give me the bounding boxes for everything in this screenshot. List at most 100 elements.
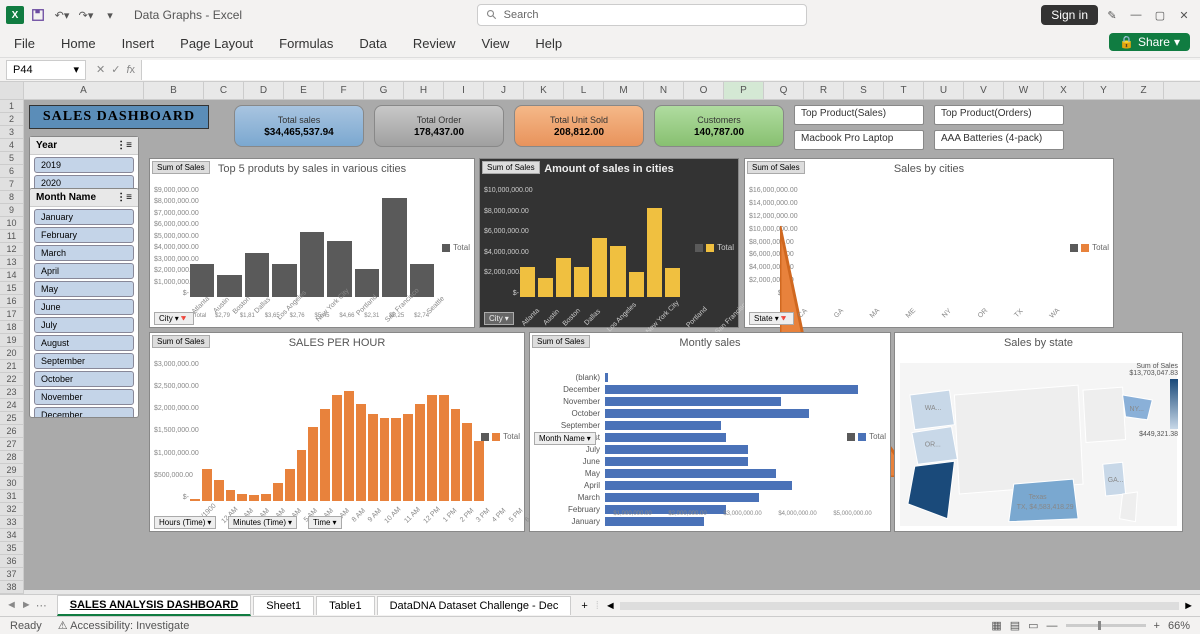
- column-header[interactable]: C: [204, 82, 244, 99]
- slicer-item[interactable]: November: [34, 389, 134, 405]
- select-all-corner[interactable]: [0, 82, 24, 99]
- accessibility-status[interactable]: ⚠ Accessibility: Investigate: [58, 619, 190, 632]
- row-header[interactable]: 21: [0, 360, 24, 373]
- column-header[interactable]: E: [284, 82, 324, 99]
- slicer-filter-icon[interactable]: ⋮≡: [116, 192, 132, 203]
- tab-help[interactable]: Help: [535, 36, 562, 51]
- column-header[interactable]: K: [524, 82, 564, 99]
- zoom-out-icon[interactable]: —: [1047, 620, 1058, 632]
- minutes-filter-dropdown[interactable]: Minutes (Time) ▾: [228, 516, 297, 529]
- row-header[interactable]: 31: [0, 490, 24, 503]
- redo-icon[interactable]: ↷▾: [76, 5, 96, 25]
- row-header[interactable]: 6: [0, 165, 24, 178]
- row-header[interactable]: 36: [0, 555, 24, 568]
- view-normal-icon[interactable]: ▦: [991, 619, 1001, 632]
- row-header[interactable]: 24: [0, 399, 24, 412]
- row-header[interactable]: 4: [0, 139, 24, 152]
- row-header[interactable]: 38: [0, 581, 24, 594]
- fx-icon[interactable]: fx: [126, 64, 135, 76]
- column-header[interactable]: S: [844, 82, 884, 99]
- row-header[interactable]: 17: [0, 308, 24, 321]
- row-header[interactable]: 14: [0, 269, 24, 282]
- add-sheet-icon[interactable]: +: [581, 600, 587, 612]
- hours-filter-dropdown[interactable]: Hours (Time) ▾: [154, 516, 216, 529]
- chart-top5-products[interactable]: Sum of Sales Top 5 produts by sales in v…: [149, 158, 475, 328]
- column-header[interactable]: R: [804, 82, 844, 99]
- column-header[interactable]: W: [1004, 82, 1044, 99]
- row-header[interactable]: 20: [0, 347, 24, 360]
- minimize-icon[interactable]: —: [1126, 5, 1146, 25]
- row-header[interactable]: 3: [0, 126, 24, 139]
- slicer-year[interactable]: Year⋮≡ 2019 2020: [29, 136, 139, 194]
- view-page-icon[interactable]: ▤: [1010, 619, 1020, 632]
- signin-button[interactable]: Sign in: [1041, 5, 1098, 25]
- qat-dropdown-icon[interactable]: ▾: [100, 5, 120, 25]
- zoom-in-icon[interactable]: +: [1154, 620, 1160, 632]
- view-break-icon[interactable]: ▭: [1028, 619, 1038, 632]
- pen-icon[interactable]: ✎: [1102, 5, 1122, 25]
- maximize-icon[interactable]: ▢: [1150, 5, 1170, 25]
- row-header[interactable]: 13: [0, 256, 24, 269]
- row-header[interactable]: 16: [0, 295, 24, 308]
- slicer-item[interactable]: April: [34, 263, 134, 279]
- row-header[interactable]: 9: [0, 204, 24, 217]
- tab-page-layout[interactable]: Page Layout: [180, 36, 253, 51]
- row-header[interactable]: 1: [0, 100, 24, 113]
- close-icon[interactable]: ✕: [1174, 5, 1194, 25]
- chart-sales-by-cities[interactable]: Sum of Sales Sales by cities $16,000,000…: [744, 158, 1114, 328]
- row-header[interactable]: 19: [0, 334, 24, 347]
- column-header[interactable]: O: [684, 82, 724, 99]
- sheet-tab[interactable]: Sheet1: [253, 596, 314, 615]
- horizontal-scrollbar[interactable]: [620, 602, 1179, 610]
- slicer-item[interactable]: March: [34, 245, 134, 261]
- column-header[interactable]: X: [1044, 82, 1084, 99]
- row-header[interactable]: 23: [0, 386, 24, 399]
- zoom-level[interactable]: 66%: [1168, 620, 1190, 632]
- slicer-filter-icon[interactable]: ⋮≡: [116, 140, 132, 151]
- cancel-formula-icon[interactable]: ✕: [96, 63, 105, 76]
- slicer-item[interactable]: October: [34, 371, 134, 387]
- column-header[interactable]: J: [484, 82, 524, 99]
- row-header[interactable]: 27: [0, 438, 24, 451]
- row-header[interactable]: 5: [0, 152, 24, 165]
- row-header[interactable]: 30: [0, 477, 24, 490]
- row-header[interactable]: 22: [0, 373, 24, 386]
- scroll-right-icon[interactable]: ►: [1183, 600, 1194, 612]
- column-header[interactable]: V: [964, 82, 1004, 99]
- slicer-item[interactable]: 2019: [34, 157, 134, 173]
- month-filter-dropdown[interactable]: Month Name ▾: [534, 432, 596, 445]
- slicer-item[interactable]: December: [34, 407, 134, 418]
- column-header[interactable]: I: [444, 82, 484, 99]
- zoom-slider[interactable]: [1066, 624, 1146, 627]
- search-box[interactable]: Search: [477, 4, 807, 26]
- tab-file[interactable]: File: [14, 36, 35, 51]
- slicer-item[interactable]: September: [34, 353, 134, 369]
- column-header[interactable]: M: [604, 82, 644, 99]
- row-header[interactable]: 8: [0, 191, 24, 204]
- column-header[interactable]: T: [884, 82, 924, 99]
- column-header[interactable]: Q: [764, 82, 804, 99]
- column-header[interactable]: Y: [1084, 82, 1124, 99]
- sheet-tab[interactable]: SALES ANALYSIS DASHBOARD: [57, 595, 252, 616]
- scroll-left-icon[interactable]: ◄: [605, 600, 616, 612]
- row-header[interactable]: 29: [0, 464, 24, 477]
- row-header[interactable]: 10: [0, 217, 24, 230]
- column-header[interactable]: B: [144, 82, 204, 99]
- row-header[interactable]: 12: [0, 243, 24, 256]
- tab-formulas[interactable]: Formulas: [279, 36, 333, 51]
- slicer-item[interactable]: May: [34, 281, 134, 297]
- column-header[interactable]: D: [244, 82, 284, 99]
- chart-sales-by-state[interactable]: Sales by state WA... OR... Texas TX, $4,…: [894, 332, 1183, 532]
- row-header[interactable]: 32: [0, 503, 24, 516]
- slicer-item[interactable]: July: [34, 317, 134, 333]
- row-header[interactable]: 25: [0, 412, 24, 425]
- time-filter-dropdown[interactable]: Time ▾: [308, 516, 342, 529]
- slicer-item[interactable]: June: [34, 299, 134, 315]
- tab-home[interactable]: Home: [61, 36, 96, 51]
- column-header[interactable]: P: [724, 82, 764, 99]
- worksheet-grid[interactable]: 1234567891011121314151617181920212223242…: [0, 100, 1200, 590]
- row-header[interactable]: 37: [0, 568, 24, 581]
- slicer-item[interactable]: August: [34, 335, 134, 351]
- column-header[interactable]: G: [364, 82, 404, 99]
- formula-input[interactable]: [141, 60, 1200, 80]
